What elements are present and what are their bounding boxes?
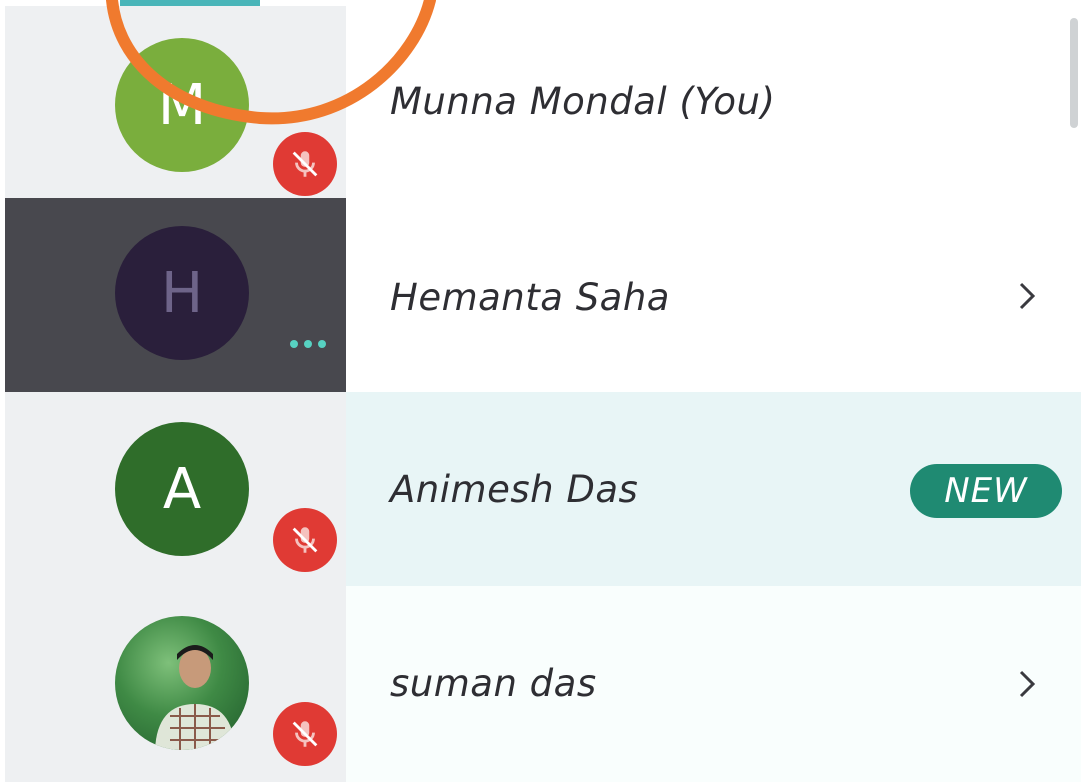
participant-name: Munna Mondal (You) [390, 80, 776, 123]
participant-list: M Munna Mondal (You) H Hemanta Saha A An… [0, 0, 1081, 782]
participant-info: Animesh Das NEW [346, 392, 1081, 586]
avatar-cell: M [5, 6, 346, 198]
avatar-initial: M [157, 72, 207, 138]
chevron-right-icon[interactable] [1012, 278, 1042, 314]
participant-name: Hemanta Saha [390, 276, 670, 319]
profile-photo [115, 616, 249, 750]
participant-info: suman das [346, 586, 1081, 782]
avatar: A [115, 422, 249, 556]
avatar: M [115, 38, 249, 172]
avatar-cell: H [5, 198, 346, 392]
mic-off-icon [273, 132, 337, 196]
mic-off-icon [273, 508, 337, 572]
avatar-initial: H [160, 260, 204, 326]
participant-row-hemanta[interactable]: H Hemanta Saha [0, 198, 1081, 392]
participant-info: Hemanta Saha [346, 198, 1081, 392]
participant-name: Animesh Das [390, 468, 639, 511]
avatar-cell: A [5, 392, 346, 586]
participant-info: Munna Mondal (You) [346, 6, 1081, 198]
participant-row-animesh[interactable]: A Animesh Das NEW [0, 392, 1081, 586]
participant-name: suman das [390, 662, 597, 705]
participant-row-munna[interactable]: M Munna Mondal (You) [0, 6, 1081, 198]
avatar: H [115, 226, 249, 360]
participant-row-suman[interactable]: suman das [0, 586, 1081, 782]
avatar-initial: A [162, 456, 202, 522]
mic-off-icon [273, 702, 337, 766]
more-options-icon[interactable] [273, 334, 343, 354]
chevron-right-icon[interactable] [1012, 666, 1042, 702]
new-badge: NEW [910, 464, 1062, 518]
scrollbar[interactable] [1070, 18, 1078, 128]
avatar-cell [5, 586, 346, 782]
